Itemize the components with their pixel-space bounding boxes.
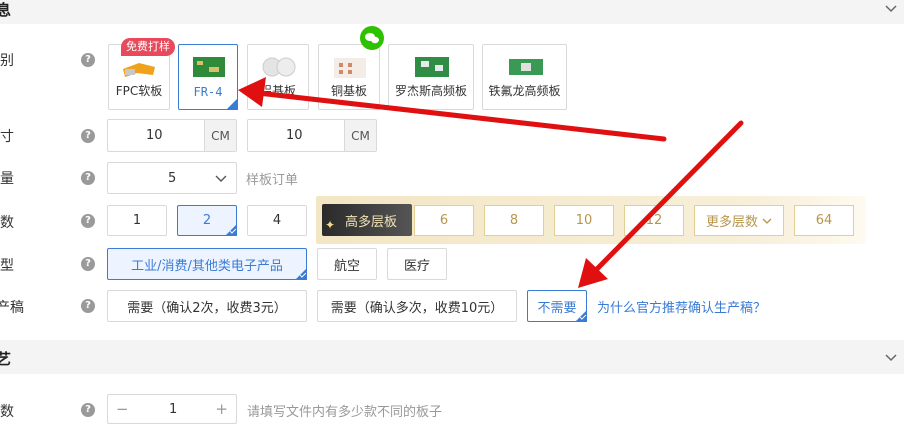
free-sample-badge: 免费打样 (121, 38, 175, 56)
application-aerospace[interactable]: 航空 (317, 248, 377, 280)
help-icon[interactable]: ? (81, 129, 95, 143)
layer-option-label: 1 (132, 213, 142, 228)
layer-option-64[interactable]: 64 (794, 205, 854, 236)
height-input[interactable]: 10 CM (247, 119, 377, 152)
layer-option-4[interactable]: 4 (247, 205, 307, 236)
height-value: 10 (286, 128, 303, 143)
section-header-process[interactable]: 艺 (0, 340, 904, 374)
material-teflon[interactable]: 铁氟龙高频板 (482, 44, 567, 110)
quantity-select[interactable]: 5 (107, 162, 237, 194)
application-medical[interactable]: 医疗 (387, 248, 447, 280)
layer-option-label: 12 (645, 213, 663, 228)
layer-option-label: 64 (815, 213, 833, 228)
material-copper[interactable]: 铜基板 (318, 44, 380, 110)
layer-option-label: 2 (202, 213, 212, 228)
layer-option-1[interactable]: 1 (107, 205, 167, 236)
material-label-rogers: 罗杰斯高频板 (394, 84, 467, 98)
kinds-hint: 请填写文件内有多少款不同的板子 (247, 405, 443, 420)
kinds-value[interactable]: 1 (169, 402, 177, 417)
material-label-fpc: FPC软板 (115, 84, 163, 98)
layer-option-8[interactable]: 8 (484, 205, 544, 236)
width-unit: CM (204, 120, 236, 151)
confirm-option-multiple[interactable]: 需要（确认多次，收费10元） (317, 290, 517, 322)
height-unit: CM (344, 120, 376, 151)
material-label-copper: 铜基板 (330, 84, 367, 98)
help-icon[interactable]: ? (81, 299, 95, 313)
why-confirm-link[interactable]: 为什么官方推荐确认生产稿？ (597, 297, 766, 316)
help-icon[interactable]: ? (81, 53, 95, 67)
application-label: 型 (0, 258, 14, 274)
confirm-option-label: 不需要 (537, 300, 577, 316)
application-option-label: 医疗 (403, 258, 430, 274)
quantity-label: 量 (0, 171, 14, 187)
layer-option-6[interactable]: 6 (414, 205, 474, 236)
fr4-board-icon (193, 57, 225, 77)
material-label-teflon: 铁氟龙高频板 (488, 84, 561, 98)
layer-option-label: 8 (509, 213, 519, 228)
confirm-file-label: 产稿 (0, 300, 24, 316)
rogers-board-icon (415, 57, 449, 77)
width-input[interactable]: 10 CM (107, 119, 237, 152)
section-title: 息 (0, 1, 12, 19)
selected-check-icon (295, 268, 307, 280)
chevron-down-icon[interactable] (884, 2, 898, 16)
material-fr4[interactable]: FR-4 (178, 44, 238, 110)
quantity-hint: 样板订单 (246, 173, 299, 188)
application-industrial[interactable]: 工业/消费/其他类电子产品 (107, 248, 307, 280)
material-label-aluminum: 铝基板 (259, 84, 296, 98)
chevron-down-icon (762, 218, 772, 224)
confirm-option-none[interactable]: 不需要 (527, 290, 587, 322)
application-option-label: 航空 (333, 258, 360, 274)
application-option-label: 工业/消费/其他类电子产品 (131, 258, 283, 274)
help-icon[interactable]: ? (81, 257, 95, 271)
layer-option-label: 10 (575, 213, 593, 228)
premium-layers-tag: ✦ 高多层板 (322, 204, 412, 236)
layer-option-label: 4 (272, 213, 282, 228)
fpc-board-icon (123, 63, 155, 77)
aluminum-board-icon (262, 57, 296, 77)
kinds-stepper[interactable]: − 1 + (107, 394, 237, 424)
more-layers-label: 更多层数 (705, 215, 758, 230)
help-icon[interactable]: ? (81, 171, 95, 185)
section-title: 艺 (0, 350, 12, 368)
kinds-label: 数 (0, 404, 14, 420)
wechat-icon[interactable] (360, 26, 384, 50)
teflon-board-icon (509, 59, 543, 75)
material-label-fr4: FR-4 (193, 85, 223, 99)
more-layers-select[interactable]: 更多层数 (694, 205, 784, 236)
layer-option-2[interactable]: 2 (177, 205, 237, 236)
layer-option-12[interactable]: 12 (624, 205, 684, 236)
chevron-down-icon[interactable] (884, 351, 898, 365)
width-value: 10 (146, 128, 163, 143)
section-header-board-info[interactable]: 息 (0, 0, 904, 24)
layers-label: 数 (0, 215, 14, 231)
copper-board-icon (334, 58, 366, 78)
selected-check-icon (226, 98, 238, 110)
decrement-button[interactable]: − (116, 400, 129, 418)
layer-option-10[interactable]: 10 (554, 205, 614, 236)
layer-option-label: 6 (439, 213, 449, 228)
quantity-value: 5 (168, 170, 177, 186)
increment-button[interactable]: + (215, 400, 228, 418)
chevron-down-icon (215, 175, 227, 182)
material-rogers[interactable]: 罗杰斯高频板 (388, 44, 474, 110)
material-aluminum[interactable]: 铝基板 (247, 44, 309, 110)
help-icon[interactable]: ? (81, 403, 95, 417)
confirm-option-twice[interactable]: 需要（确认2次，收费3元） (107, 290, 307, 322)
sparkle-icon: ✦ (325, 218, 336, 232)
material-label: 别 (0, 53, 14, 69)
selected-check-icon (225, 224, 237, 236)
selected-check-icon (575, 310, 587, 322)
premium-layers-label: 高多层板 (344, 214, 397, 230)
confirm-option-label: 需要（确认2次，收费3元） (127, 300, 287, 316)
confirm-option-label: 需要（确认多次，收费10元） (330, 300, 504, 316)
help-icon[interactable]: ? (81, 214, 95, 228)
size-label: 寸 (0, 129, 14, 145)
